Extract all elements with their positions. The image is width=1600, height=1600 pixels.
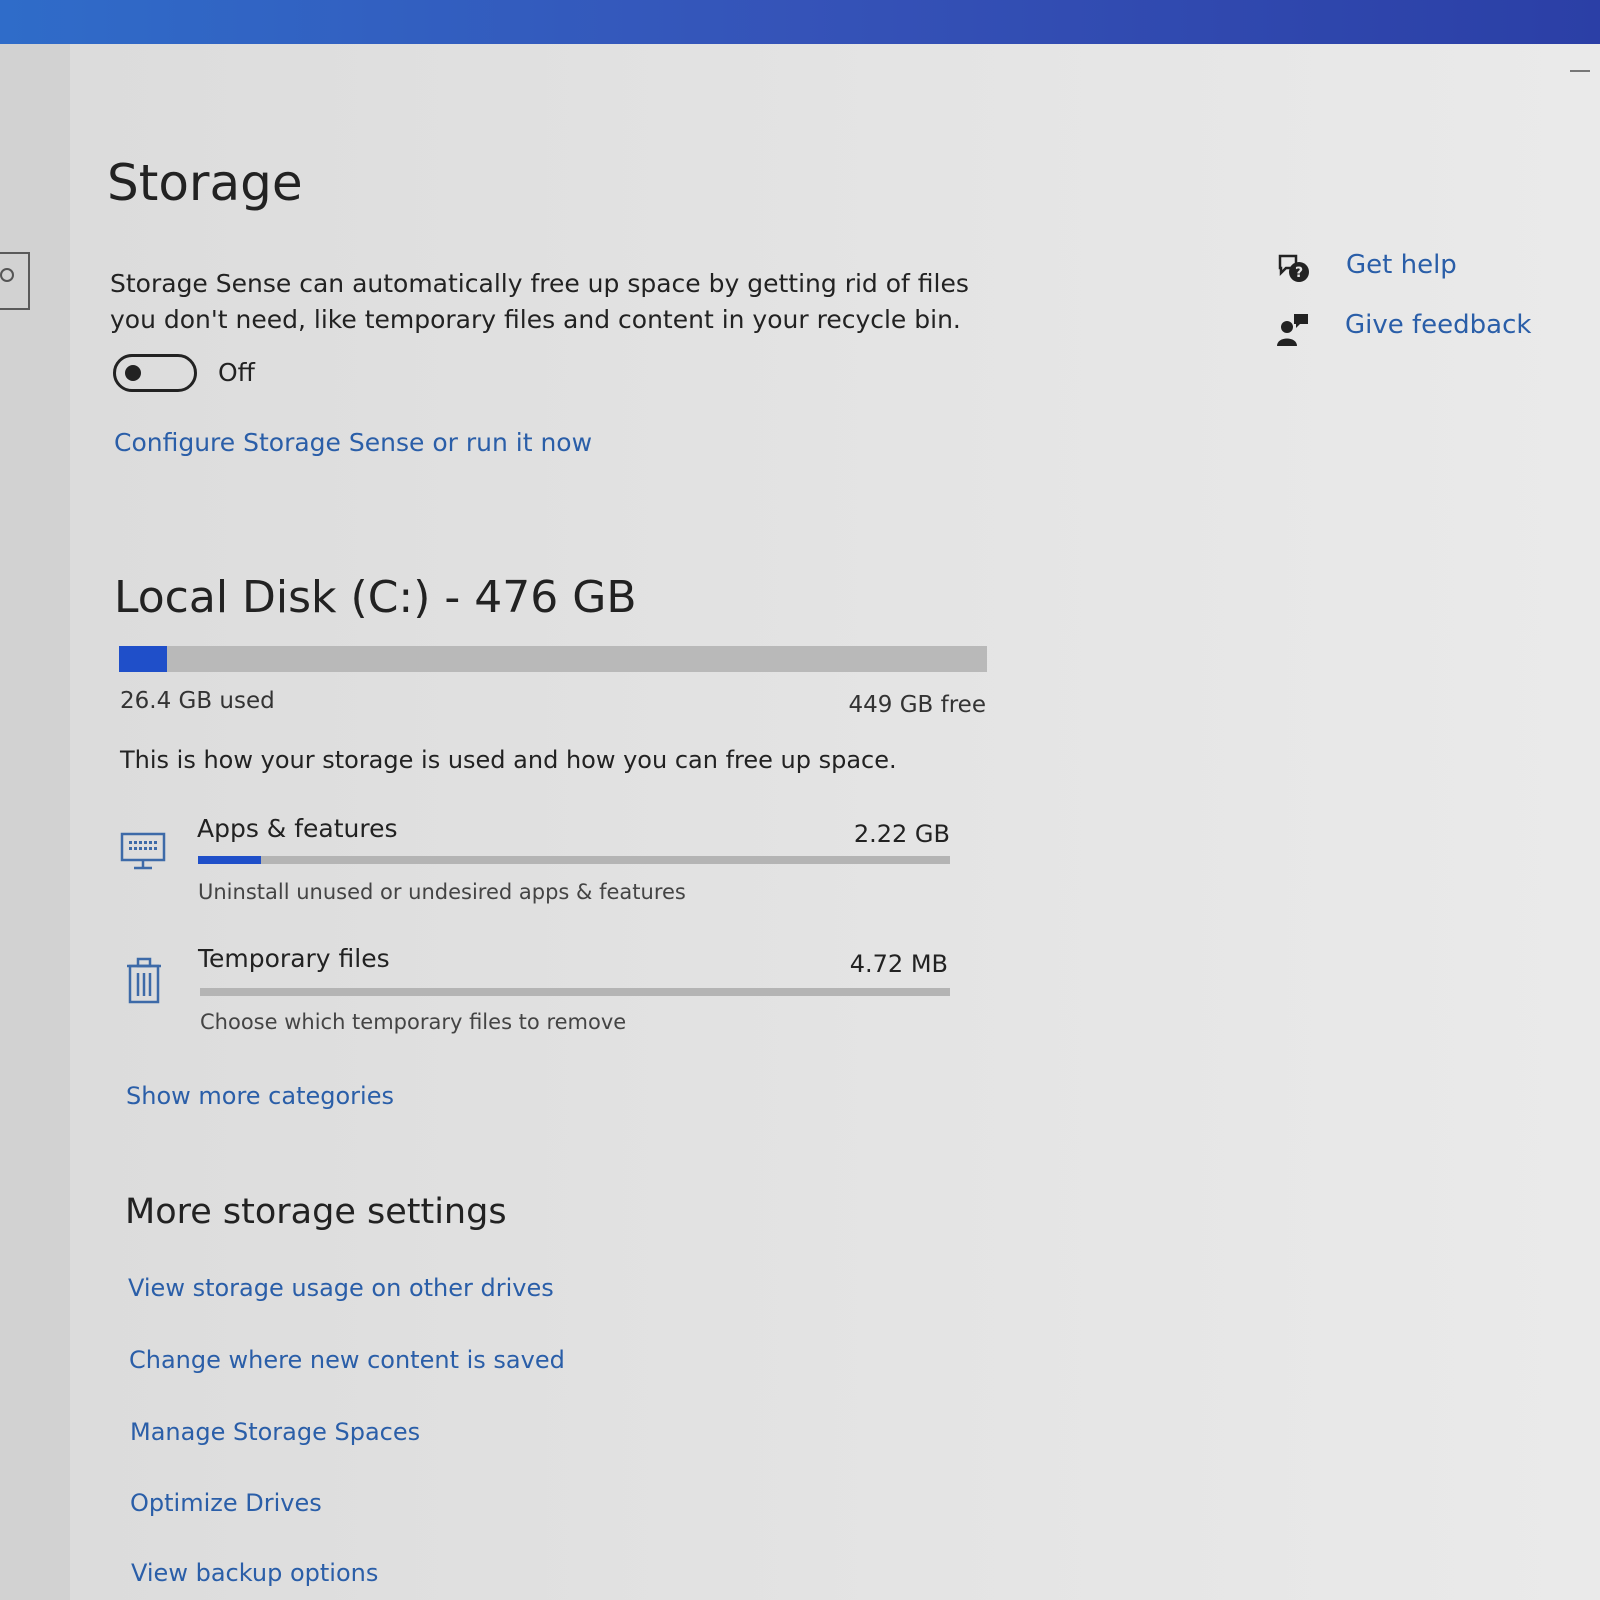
view-backup-options-link[interactable]: View backup options bbox=[131, 1559, 378, 1587]
minimize-button[interactable] bbox=[1570, 70, 1590, 72]
category-usage-fill bbox=[198, 856, 262, 864]
view-storage-other-drives-link[interactable]: View storage usage on other drives bbox=[128, 1274, 554, 1302]
manage-storage-spaces-link[interactable]: Manage Storage Spaces bbox=[130, 1418, 420, 1446]
category-size: 4.72 MB bbox=[849, 950, 948, 978]
svg-text:?: ? bbox=[1295, 265, 1303, 281]
disk-title: Local Disk (C:) - 476 GB bbox=[114, 572, 637, 623]
storage-info-text: This is how your storage is used and how… bbox=[120, 746, 897, 774]
get-help-link: Get help bbox=[1346, 250, 1457, 280]
disk-usage-fill bbox=[119, 646, 167, 672]
trash-icon bbox=[127, 957, 161, 1004]
give-feedback-icon bbox=[1277, 314, 1308, 346]
category-usage-bar bbox=[198, 856, 950, 864]
settings-content-pane: Storage Storage Sense can automatically … bbox=[70, 44, 1600, 1600]
category-subtitle: Uninstall unused or undesired apps & fea… bbox=[198, 880, 686, 904]
monitor-icon bbox=[120, 832, 166, 870]
more-storage-settings-heading: More storage settings bbox=[125, 1192, 507, 1232]
page-title: Storage bbox=[107, 154, 303, 212]
change-content-location-link[interactable]: Change where new content is saved bbox=[129, 1346, 565, 1374]
category-subtitle: Choose which temporary files to remove bbox=[200, 1010, 627, 1034]
category-label: Apps & features bbox=[197, 814, 398, 843]
navigation-pane-edge bbox=[0, 44, 70, 1600]
toggle-state-label: Off bbox=[218, 358, 255, 387]
disk-used-label: 26.4 GB used bbox=[120, 688, 275, 714]
configure-storage-sense-link[interactable]: Configure Storage Sense or run it now bbox=[114, 428, 592, 457]
give-feedback-item[interactable]: Give feedback bbox=[1276, 310, 1576, 356]
give-feedback-link: Give feedback bbox=[1345, 310, 1532, 340]
window-title-bar bbox=[0, 0, 1600, 44]
search-icon bbox=[0, 268, 14, 282]
category-temporary-files[interactable]: Temporary files 4.72 MB Choose which tem… bbox=[120, 944, 950, 1054]
optimize-drives-link[interactable]: Optimize Drives bbox=[130, 1489, 322, 1517]
get-help-item[interactable]: ? Get help bbox=[1276, 250, 1576, 296]
storage-sense-toggle[interactable] bbox=[113, 354, 197, 392]
category-usage-bar bbox=[200, 988, 950, 996]
toggle-knob bbox=[125, 365, 141, 381]
show-more-categories-link[interactable]: Show more categories bbox=[126, 1082, 394, 1110]
disk-free-label: 449 GB free bbox=[848, 692, 986, 718]
category-label: Temporary files bbox=[198, 944, 390, 973]
category-apps-features[interactable]: Apps & features 2.22 GB Uninstall unused… bbox=[120, 814, 950, 924]
category-size: 2.22 GB bbox=[853, 820, 950, 848]
disk-usage-bar bbox=[119, 646, 987, 672]
get-help-icon: ? bbox=[1278, 254, 1309, 282]
storage-sense-description: Storage Sense can automatically free up … bbox=[110, 269, 969, 334]
search-box-edge[interactable] bbox=[0, 252, 30, 310]
